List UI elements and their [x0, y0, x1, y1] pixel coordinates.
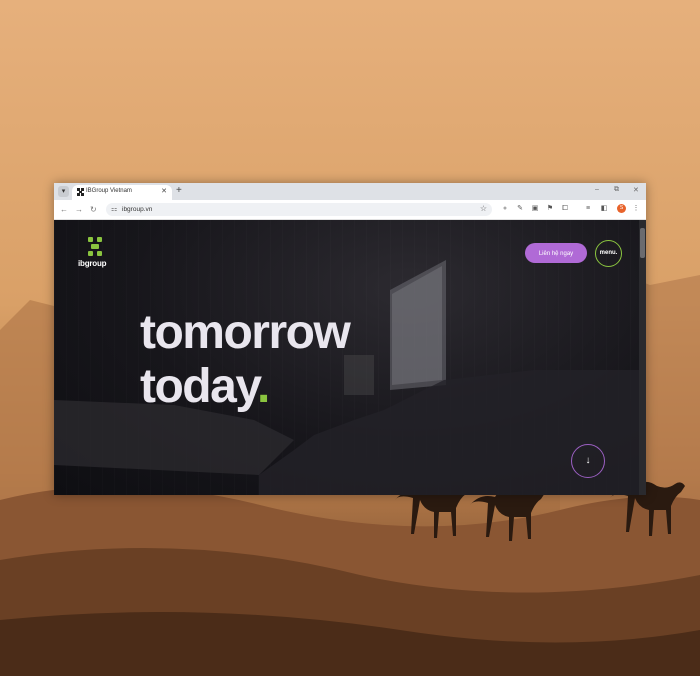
reload-icon[interactable]: ↻ — [90, 205, 97, 214]
url-text: ibgroup.vn — [122, 205, 153, 213]
headline-line-1: tomorrow — [140, 306, 351, 359]
new-tab-button[interactable]: + — [176, 185, 182, 197]
restore-button[interactable]: ⧉ — [614, 186, 619, 194]
puzzle-icon[interactable]: ⧠ — [561, 205, 569, 213]
star-icon[interactable]: ☆ — [480, 204, 487, 213]
browser-tab[interactable]: IBGroup Vietnam ✕ — [72, 185, 172, 200]
menu-button[interactable]: menu. — [595, 240, 622, 267]
reading-list-icon[interactable]: ≡ — [584, 205, 592, 213]
logo-text: ibgroup — [78, 259, 107, 268]
ibgroup-logo-mark-icon — [88, 237, 102, 256]
profile-avatar[interactable]: S — [617, 204, 626, 213]
address-bar[interactable]: ⚏ ibgroup.vn ☆ — [106, 203, 492, 216]
contact-now-button[interactable]: Liên hệ ngay — [525, 243, 587, 263]
arrow-down-icon: ↓ — [585, 455, 591, 466]
eyedropper-icon[interactable]: ✎ — [516, 205, 524, 213]
headline-line-2: today. — [140, 360, 349, 414]
forward-arrow-icon[interactable]: → — [75, 205, 83, 214]
more-menu-icon[interactable]: ⋮ — [632, 205, 640, 213]
back-arrow-icon[interactable]: ← — [60, 205, 68, 214]
headline-word-today: today — [140, 360, 258, 413]
site-info-icon[interactable]: ⚏ — [111, 205, 117, 213]
browser-toolbar: ← → ↻ ⚏ ibgroup.vn ☆ ● ✎ ▣ ⚑ ⧠ ≡ ◧ S ⋮ — [54, 200, 646, 220]
close-window-button[interactable]: ✕ — [633, 186, 639, 194]
minimize-button[interactable]: – — [595, 186, 599, 193]
web-page: ibgroup Liên hệ ngay menu. tomorrow toda… — [54, 220, 646, 495]
extension-box-icon[interactable]: ▣ — [531, 205, 539, 213]
hero-headline: tomorrow today. — [140, 306, 351, 414]
browser-titlebar: ▾ IBGroup Vietnam ✕ + – ⧉ ✕ — [54, 183, 646, 200]
extension-circle-icon[interactable]: ● — [501, 205, 509, 213]
scrollbar-thumb[interactable] — [640, 228, 645, 258]
tab-search-button[interactable]: ▾ — [58, 186, 69, 197]
ibgroup-favicon-icon — [77, 188, 84, 196]
tab-title: IBGroup Vietnam — [86, 188, 132, 194]
page-scrollbar[interactable] — [639, 220, 646, 495]
tab-close-icon[interactable]: ✕ — [161, 187, 167, 195]
browser-window: ▾ IBGroup Vietnam ✕ + – ⧉ ✕ ← → ↻ ⚏ ibgr… — [54, 183, 646, 495]
scroll-down-button[interactable]: ↓ — [571, 444, 605, 478]
side-panel-icon[interactable]: ◧ — [600, 205, 608, 213]
headline-green-dot: . — [256, 360, 270, 413]
flag-extension-icon[interactable]: ⚑ — [546, 205, 554, 213]
